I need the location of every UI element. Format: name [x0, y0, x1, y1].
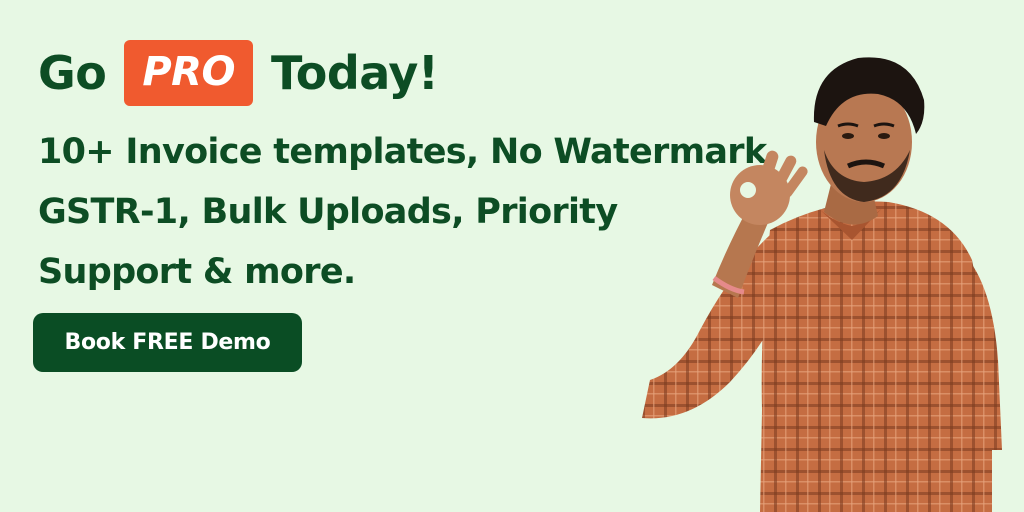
- headline-prefix: Go: [38, 46, 107, 100]
- headline-suffix: Today!: [270, 46, 439, 100]
- book-demo-button[interactable]: Book FREE Demo: [33, 313, 302, 372]
- person-ok-gesture-image: [642, 57, 1002, 512]
- promo-banner: Go PRO Today! 10+ Invoice templates, No …: [0, 0, 1024, 512]
- pro-badge: PRO: [124, 40, 253, 106]
- headline: Go PRO Today!: [38, 40, 439, 106]
